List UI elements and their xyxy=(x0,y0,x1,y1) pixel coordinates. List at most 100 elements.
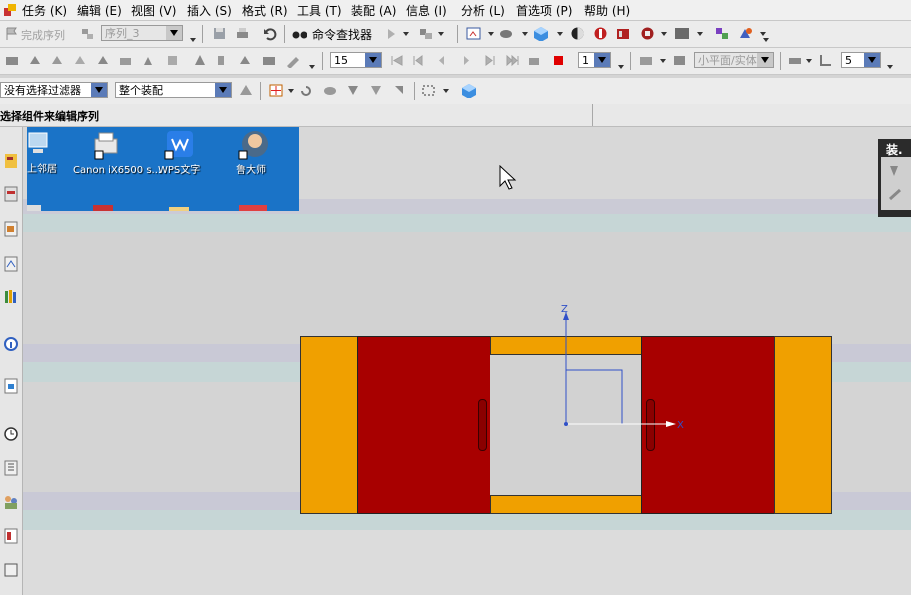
dropdown-arrow-icon[interactable] xyxy=(488,32,494,36)
filter-select[interactable]: 没有选择过滤器 xyxy=(0,82,108,98)
red-part-icon[interactable] xyxy=(593,26,608,41)
step-back-start-icon[interactable] xyxy=(410,53,425,68)
menu-preferences[interactable]: 首选项 (P) xyxy=(516,2,572,19)
play-icon[interactable] xyxy=(384,26,399,41)
roles-icon[interactable] xyxy=(3,493,19,511)
dropdown-arrow-icon[interactable] xyxy=(760,32,766,36)
menu-help[interactable]: 帮助 (H) xyxy=(584,2,630,19)
sequence-navigator-icon[interactable] xyxy=(3,459,19,477)
toolbar-overflow-icon[interactable] xyxy=(618,65,624,69)
export-movie-icon[interactable] xyxy=(527,53,542,68)
menu-edit[interactable]: 编辑 (E) xyxy=(77,2,122,19)
right-orange-block[interactable] xyxy=(774,336,832,514)
measure-icon[interactable] xyxy=(214,53,229,68)
dropdown-arrow-icon[interactable] xyxy=(288,89,294,93)
select-assembly-icon[interactable] xyxy=(238,83,253,98)
facet-icon[interactable] xyxy=(672,53,687,68)
fit-view-icon[interactable] xyxy=(466,26,481,41)
print-icon[interactable] xyxy=(235,26,250,41)
dropdown-arrow-icon[interactable] xyxy=(661,32,667,36)
library-icon[interactable] xyxy=(3,287,19,305)
menu-view[interactable]: 视图 (V) xyxy=(131,2,176,19)
command-finder-button[interactable]: 命令查找器 xyxy=(312,26,372,43)
constraint-navigator-icon[interactable] xyxy=(3,185,19,203)
printer-icon[interactable] xyxy=(89,129,121,161)
edit-component-icon[interactable] xyxy=(640,26,655,41)
step-select[interactable]: 1 xyxy=(578,52,611,68)
toolbar-overflow-icon[interactable] xyxy=(309,65,315,69)
grey-panel-icon[interactable] xyxy=(674,26,689,41)
fast-forward-icon[interactable] xyxy=(505,53,520,68)
dropdown-arrow-icon[interactable] xyxy=(438,32,444,36)
dropdown-arrow-icon[interactable] xyxy=(443,89,449,93)
wps-writer-icon[interactable] xyxy=(163,129,195,161)
plane-select[interactable]: 小平面/实体 xyxy=(694,52,774,68)
dropdown-arrow-icon[interactable] xyxy=(660,59,666,63)
network-computer-icon[interactable] xyxy=(27,129,51,159)
left-red-block[interactable] xyxy=(357,336,491,514)
transform-icon[interactable] xyxy=(368,83,383,98)
finish-sequence-button[interactable]: 完成序列 xyxy=(21,27,65,43)
sequence-select[interactable]: 序列_3 xyxy=(101,25,183,41)
menu-tools[interactable]: 工具 (T) xyxy=(297,2,342,19)
unmount-icon[interactable] xyxy=(73,53,88,68)
menu-task[interactable]: 任务 (K) xyxy=(22,2,67,19)
step-back-icon[interactable] xyxy=(434,53,449,68)
sequence-icon[interactable] xyxy=(80,26,95,41)
dropdown-arrow-icon[interactable] xyxy=(403,32,409,36)
desktop-icon-label[interactable]: 上邻居 xyxy=(27,164,57,176)
system-materials-icon[interactable] xyxy=(3,561,19,579)
render-sphere-icon[interactable] xyxy=(570,26,585,41)
record-position-icon[interactable] xyxy=(118,53,133,68)
desktop-icon-label[interactable]: Canon iX6500 s... xyxy=(73,165,161,177)
web-browser-icon[interactable] xyxy=(3,527,19,545)
shaded-cube-icon[interactable] xyxy=(533,26,548,41)
save-icon[interactable] xyxy=(212,26,227,41)
dropdown-arrow-icon[interactable] xyxy=(806,59,812,63)
part-navigator-icon[interactable] xyxy=(3,220,19,238)
desktop-icon-label[interactable]: WPS文字 xyxy=(158,165,200,177)
dropdown-arrow-icon[interactable] xyxy=(522,32,528,36)
ludashi-icon[interactable] xyxy=(237,129,269,161)
stop-icon[interactable] xyxy=(551,53,566,68)
cube-view-icon[interactable] xyxy=(461,83,476,98)
rotate-icon[interactable] xyxy=(345,83,360,98)
trace-icon[interactable] xyxy=(818,53,833,68)
explode-icon[interactable] xyxy=(787,53,802,68)
menu-info[interactable]: 信息 (I) xyxy=(406,2,447,19)
menu-assembly[interactable]: 装配 (A) xyxy=(351,2,396,19)
insert-motion-icon[interactable] xyxy=(142,53,157,68)
collision-icon[interactable] xyxy=(192,53,207,68)
orient-view-icon[interactable] xyxy=(498,26,513,41)
desktop-icon-label[interactable]: 鲁大师 xyxy=(236,165,266,177)
toolbar-overflow-icon[interactable] xyxy=(763,38,769,42)
count-select[interactable]: 5 xyxy=(841,52,881,68)
clock-icon[interactable] xyxy=(3,425,19,443)
menu-analysis[interactable]: 分析 (L) xyxy=(461,2,505,19)
snap-point-icon[interactable] xyxy=(268,83,283,98)
pencil-icon[interactable] xyxy=(285,53,300,68)
left-orange-block[interactable] xyxy=(300,336,358,514)
toolbar-overflow-icon[interactable] xyxy=(887,65,893,69)
mate-tool-icon[interactable] xyxy=(887,187,905,203)
reposition-icon[interactable] xyxy=(392,83,407,98)
bottom-orange-bar[interactable] xyxy=(490,495,642,514)
dropdown-arrow-icon[interactable] xyxy=(697,32,703,36)
constraint-icon[interactable] xyxy=(714,26,729,41)
undo-icon[interactable] xyxy=(262,26,277,41)
assembly-insert-icon[interactable] xyxy=(4,53,19,68)
menu-insert[interactable]: 插入 (S) xyxy=(187,2,232,19)
history-icon[interactable] xyxy=(3,255,19,273)
move-component-icon[interactable] xyxy=(738,26,753,41)
components-icon[interactable] xyxy=(418,26,433,41)
show-hide-icon[interactable] xyxy=(238,53,253,68)
scope-select[interactable]: 整个装配 xyxy=(115,82,232,98)
extract-path-icon[interactable] xyxy=(165,53,180,68)
loop-icon[interactable] xyxy=(298,83,313,98)
rewind-start-icon[interactable] xyxy=(389,53,404,68)
reposition-tool-icon[interactable] xyxy=(887,163,905,179)
box-select-icon[interactable] xyxy=(421,83,436,98)
floating-toolbar[interactable]: 装. xyxy=(878,139,911,217)
menu-format[interactable]: 格式 (R) xyxy=(242,2,288,19)
camera-icon[interactable] xyxy=(261,53,276,68)
